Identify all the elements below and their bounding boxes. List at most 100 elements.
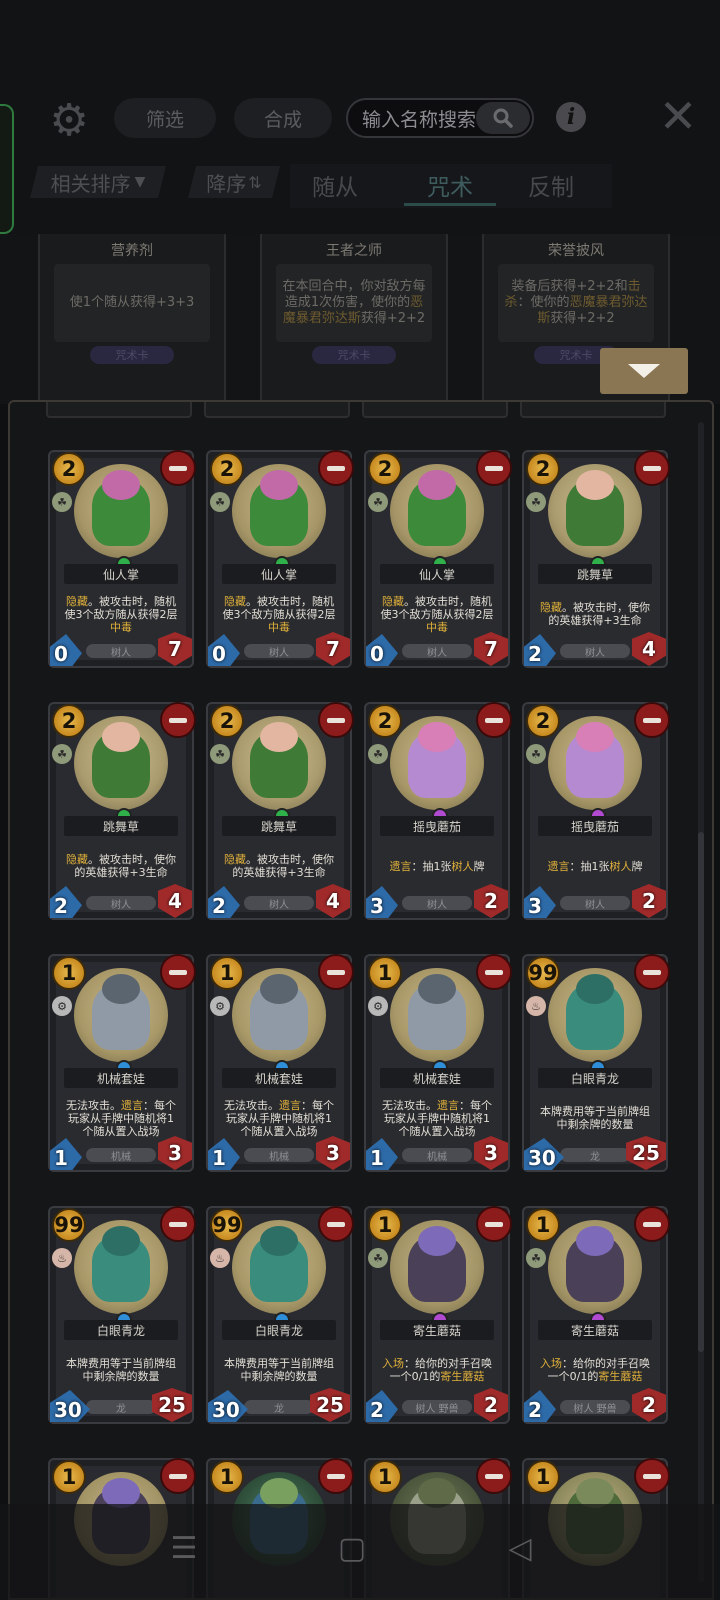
close-icon[interactable]: ✕: [658, 89, 698, 143]
collection-card[interactable]: 1 ☘ 寄生蘑菇 入场：给你的对手召唤一个0/1的寄生蘑菇 树人 野兽 2 2: [364, 1206, 512, 1424]
collection-card[interactable]: 99 ♨ 白眼青龙 本牌费用等于当前牌组中剩余牌的数量龙 30 25: [48, 1206, 196, 1424]
card-portrait: [548, 716, 642, 810]
card-name: 跳舞草: [538, 564, 652, 584]
card-edge: [520, 402, 666, 418]
remove-card-button[interactable]: [634, 954, 670, 990]
health-value: 4: [642, 637, 656, 661]
sort-order-button[interactable]: 降序 ⇅: [188, 166, 280, 198]
card-name: 寄生蘑菇: [538, 1320, 652, 1340]
sort-relevance-button[interactable]: 相关排序 ▼: [30, 166, 166, 198]
attack-value: 30: [54, 1398, 82, 1422]
remove-card-button[interactable]: [160, 450, 196, 486]
remove-card-button[interactable]: [318, 702, 354, 738]
collection-card[interactable]: 99 ♨ 白眼青龙 本牌费用等于当前牌组中剩余牌的数量龙 30 25: [206, 1206, 354, 1424]
card-description: 无法攻击。遗言：每个玩家从手牌中随机将1个随从置入战场: [218, 1092, 340, 1144]
attack-value: 1: [212, 1146, 226, 1170]
remove-card-button[interactable]: [634, 1206, 670, 1242]
card-name: 跳舞草: [64, 816, 178, 836]
info-icon[interactable]: i: [556, 102, 586, 132]
health-stat: 7: [158, 632, 192, 666]
health-value: 4: [326, 889, 340, 913]
remove-card-button[interactable]: [476, 954, 512, 990]
collection-card[interactable]: 1 ⚙ 机械套娃 无法攻击。遗言：每个玩家从手牌中随机将1个随从置入战场 机械 1 3: [206, 954, 354, 1172]
deck-card-name: 荣誉披风: [548, 243, 604, 259]
mana-cost: 1: [52, 956, 86, 990]
keyword-highlight: 隐藏: [66, 853, 88, 866]
mana-cost: 1: [368, 1208, 402, 1242]
deck-card[interactable]: 王者之师 在本回合中，你对敌方每造成1次伤害，使你的恶魔暴君弥达斯获得+2+2 …: [260, 234, 448, 404]
health-stat: 4: [316, 884, 350, 918]
health-stat: 3: [316, 1136, 350, 1170]
collection-card[interactable]: 2 ☘ 仙人掌 隐藏。被攻击时，随机使3个敌方随从获得2层中毒 树人 0 7: [48, 450, 196, 668]
deck-card[interactable]: 营养剂 使1个随从获得+3+3 咒术卡: [38, 234, 226, 404]
remove-card-button[interactable]: [318, 954, 354, 990]
card-collection-panel[interactable]: 2 ☘ 仙人掌 隐藏。被攻击时，随机使3个敌方随从获得2层中毒 树人 0 7 2 ☘ 仙人掌 隐藏。…: [8, 400, 714, 1600]
card-type: 机械: [244, 1148, 314, 1163]
card-art-head: [102, 1226, 140, 1256]
search-icon[interactable]: [476, 102, 530, 134]
deck-card-text-part: 获得+2+2: [550, 311, 615, 326]
remove-card-button[interactable]: [160, 954, 196, 990]
card-portrait: [548, 1220, 642, 1314]
back-icon[interactable]: ◁: [502, 1530, 538, 1566]
card-name: 机械套娃: [380, 1068, 494, 1088]
filter-button[interactable]: 筛选: [114, 98, 216, 138]
health-value: 2: [484, 1393, 498, 1417]
collapse-button[interactable]: [600, 348, 688, 394]
collection-card[interactable]: 2 ☘ 摇曳蘑茄 遗言：抽1张树人牌 树人 3 2: [364, 702, 512, 920]
keyword-highlight: 遗言: [121, 1098, 143, 1112]
card-name: 摇曳蘑茄: [538, 816, 652, 836]
menu-icon[interactable]: ☰: [166, 1530, 202, 1566]
search-input[interactable]: [360, 106, 484, 134]
card-edge: [46, 402, 192, 418]
collection-card[interactable]: 2 ☘ 跳舞草 隐藏。被攻击时，使你的英雄获得+3生命 树人 2 4: [522, 450, 670, 668]
remove-card-button[interactable]: [160, 1206, 196, 1242]
remove-card-button[interactable]: [476, 450, 512, 486]
collection-card[interactable]: 99 ♨ 白眼青龙 本牌费用等于当前牌组中剩余牌的数量龙 30 25: [522, 954, 670, 1172]
mana-cost: 2: [368, 704, 402, 738]
remove-card-button[interactable]: [634, 450, 670, 486]
mana-cost: 1: [368, 1460, 402, 1494]
remove-card-button[interactable]: [160, 1458, 196, 1494]
remove-card-button[interactable]: [318, 450, 354, 486]
card-description: 本牌费用等于当前牌组中剩余牌的数量: [218, 1344, 340, 1396]
home-icon[interactable]: ▢: [334, 1530, 370, 1566]
tab-spells[interactable]: 咒术: [406, 166, 494, 204]
collection-card[interactable]: 1 ☘ 寄生蘑菇 入场：给你的对手召唤一个0/1的寄生蘑菇 树人 野兽 2 2: [522, 1206, 670, 1424]
collection-card[interactable]: 2 ☘ 摇曳蘑茄 遗言：抽1张树人牌 树人 3 2: [522, 702, 670, 920]
remove-card-button[interactable]: [318, 1458, 354, 1494]
card-portrait: [74, 464, 168, 558]
remove-card-button[interactable]: [318, 1206, 354, 1242]
chevron-down-icon: ▼: [134, 174, 146, 190]
health-stat: 3: [474, 1136, 508, 1170]
side-tab[interactable]: [0, 104, 14, 234]
remove-card-button[interactable]: [476, 1458, 512, 1494]
card-name: 仙人掌: [64, 564, 178, 584]
remove-card-button[interactable]: [160, 702, 196, 738]
tab-counters[interactable]: 反制: [516, 166, 586, 204]
card-name: 仙人掌: [380, 564, 494, 584]
keyword-highlight: 中毒: [110, 620, 132, 634]
description-text: 本牌费用等于当前牌组中剩余牌的数量: [540, 1105, 650, 1131]
keyword-highlight: 寄生蘑菇: [440, 1370, 485, 1383]
card-name: 白眼青龙: [222, 1320, 336, 1340]
remove-card-button[interactable]: [634, 702, 670, 738]
remove-card-button[interactable]: [634, 1458, 670, 1494]
collection-card[interactable]: 1 ⚙ 机械套娃 无法攻击。遗言：每个玩家从手牌中随机将1个随从置入战场 机械 1 3: [48, 954, 196, 1172]
card-description: 遗言：抽1张树人牌: [376, 840, 498, 892]
scrollbar-thumb[interactable]: [698, 832, 704, 1352]
card-type: 树人: [244, 644, 314, 659]
collection-card[interactable]: 2 ☘ 仙人掌 隐藏。被攻击时，随机使3个敌方随从获得2层中毒 树人 0 7: [206, 450, 354, 668]
collection-card[interactable]: 2 ☘ 跳舞草 隐藏。被攻击时，使你的英雄获得+3生命 树人 2 4: [48, 702, 196, 920]
collection-card[interactable]: 2 ☘ 跳舞草 隐藏。被攻击时，使你的英雄获得+3生命 树人 2 4: [206, 702, 354, 920]
gear-icon[interactable]: ⚙: [46, 98, 92, 144]
description-text: 无法攻击。: [224, 1098, 279, 1112]
card-art-head: [102, 470, 140, 500]
remove-card-button[interactable]: [476, 1206, 512, 1242]
remove-card-button[interactable]: [476, 702, 512, 738]
card-art-head: [260, 470, 298, 500]
craft-button[interactable]: 合成: [234, 98, 332, 138]
collection-card[interactable]: 2 ☘ 仙人掌 隐藏。被攻击时，随机使3个敌方随从获得2层中毒 树人 0 7: [364, 450, 512, 668]
collection-card[interactable]: 1 ⚙ 机械套娃 无法攻击。遗言：每个玩家从手牌中随机将1个随从置入战场 机械 1 3: [364, 954, 512, 1172]
tab-minions[interactable]: 随从: [300, 166, 370, 204]
